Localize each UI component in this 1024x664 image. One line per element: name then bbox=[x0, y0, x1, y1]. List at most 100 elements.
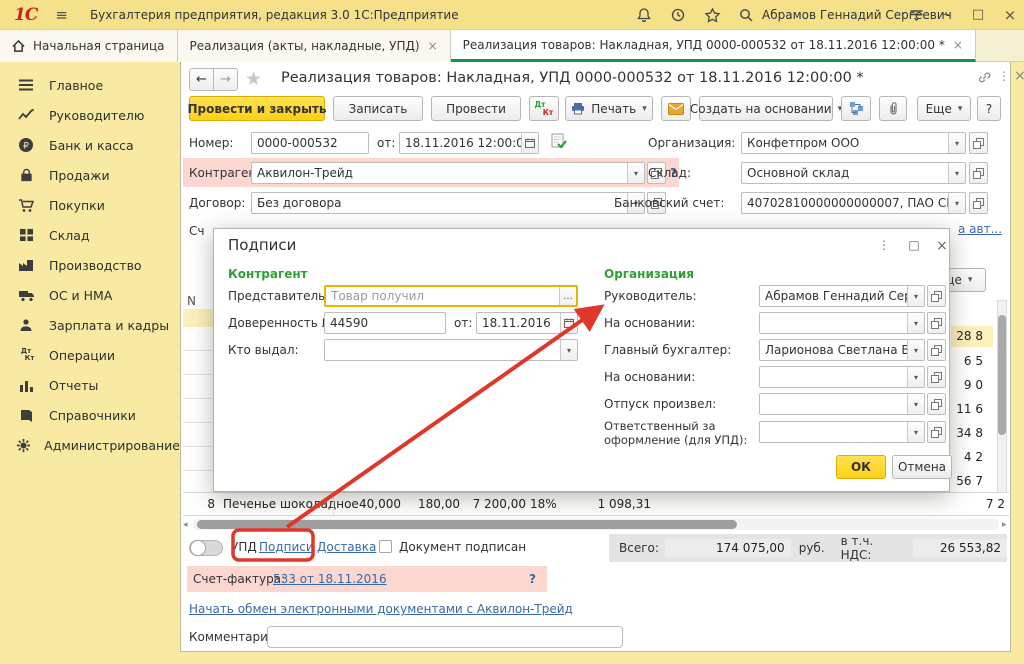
table-horizontal-scrollbar[interactable] bbox=[193, 519, 999, 530]
save-button[interactable]: Записать bbox=[333, 96, 423, 121]
sidebar-item-administration[interactable]: Администрирование bbox=[0, 430, 180, 460]
form-close-icon[interactable]: × bbox=[1014, 68, 1024, 84]
dropdown-icon[interactable]: ▾ bbox=[948, 163, 965, 183]
related-documents-button[interactable] bbox=[841, 96, 871, 121]
calendar-icon[interactable] bbox=[560, 313, 577, 333]
send-email-button[interactable] bbox=[661, 96, 691, 121]
contract-combo[interactable]: Без договора ▾ bbox=[251, 192, 645, 214]
organization-combo[interactable]: Конфетпром ООО ▾ bbox=[741, 132, 966, 154]
basis1-combo[interactable]: ▾ bbox=[759, 312, 925, 334]
dt-kt-postings-button[interactable]: Дт Кт bbox=[529, 96, 559, 121]
maximize-button[interactable]: □ bbox=[966, 4, 990, 26]
poa-date-input[interactable]: 18.11.2016 bbox=[476, 312, 578, 334]
dropdown-icon[interactable]: ▾ bbox=[627, 163, 644, 183]
form-kebab-menu-icon[interactable]: ⋮ bbox=[998, 69, 1010, 83]
close-window-button[interactable]: × bbox=[998, 4, 1022, 26]
dropdown-icon[interactable]: ▾ bbox=[948, 193, 965, 213]
document-posted-icon[interactable] bbox=[551, 133, 568, 150]
edi-exchange-link[interactable]: Начать обмен электронными документами с … bbox=[189, 602, 573, 616]
number-input[interactable]: 0000-000532 bbox=[251, 132, 369, 154]
head-open-button[interactable] bbox=[927, 285, 946, 307]
basis2-combo[interactable]: ▾ bbox=[759, 366, 925, 388]
head-combo[interactable]: Абрамов Геннадий Сергеевич ▾ bbox=[759, 285, 925, 307]
sidebar-item-production[interactable]: Производство bbox=[0, 250, 180, 280]
signatures-link[interactable]: Подписи bbox=[259, 540, 314, 554]
nav-forward-button[interactable]: → bbox=[213, 68, 238, 91]
delivery-link[interactable]: Доставка bbox=[317, 540, 376, 554]
sidebar-item-bank-cash[interactable]: ₽ Банк и касса bbox=[0, 130, 180, 160]
help-button[interactable]: ? bbox=[977, 96, 1001, 121]
sidebar-item-reports[interactable]: Отчеты bbox=[0, 370, 180, 400]
responsible-open-button[interactable] bbox=[927, 421, 946, 443]
tab-home[interactable]: Начальная страница bbox=[0, 30, 178, 62]
sidebar-item-operations[interactable]: ДтКт Операции bbox=[0, 340, 180, 370]
chief-accountant-open-button[interactable] bbox=[927, 339, 946, 361]
tab-realization-list[interactable]: Реализация (акты, накладные, УПД) × bbox=[178, 30, 451, 62]
sidebar-item-purchases[interactable]: Покупки bbox=[0, 190, 180, 220]
dialog-kebab-menu-icon[interactable]: ⋮ bbox=[874, 238, 894, 256]
dropdown-icon[interactable]: ▾ bbox=[907, 340, 924, 360]
document-signed-checkbox[interactable] bbox=[379, 540, 392, 553]
post-button[interactable]: Провести bbox=[431, 96, 521, 121]
dropdown-icon[interactable]: ▾ bbox=[907, 394, 924, 414]
sidebar-item-salary-hr[interactable]: Зарплата и кадры bbox=[0, 310, 180, 340]
sidebar-item-references[interactable]: Справочники bbox=[0, 400, 180, 430]
post-and-close-button[interactable]: Провести и закрыть bbox=[189, 96, 325, 121]
hscroll-right-arrow[interactable]: ▸ bbox=[1002, 520, 1007, 530]
warehouse-combo[interactable]: Основной склад ▾ bbox=[741, 162, 966, 184]
sidebar-item-manager[interactable]: Руководителю bbox=[0, 100, 180, 130]
dialog-close-icon[interactable]: × bbox=[932, 238, 952, 256]
settlements-link-fragment[interactable]: а авт... bbox=[958, 222, 1002, 236]
minimize-button[interactable]: – bbox=[934, 4, 958, 26]
sidebar-item-sales[interactable]: Продажи bbox=[0, 160, 180, 190]
nav-back-button[interactable]: ← bbox=[189, 68, 214, 91]
sidebar-item-fixed-assets[interactable]: ОС и НМА bbox=[0, 280, 180, 310]
basis2-open-button[interactable] bbox=[927, 366, 946, 388]
responsible-combo[interactable]: ▾ bbox=[759, 421, 925, 443]
basis1-open-button[interactable] bbox=[927, 312, 946, 334]
dropdown-icon[interactable]: ▾ bbox=[948, 133, 965, 153]
organization-open-button[interactable] bbox=[969, 132, 988, 154]
ok-button[interactable]: ОК bbox=[836, 455, 886, 479]
hscroll-left-arrow[interactable]: ◂ bbox=[183, 520, 188, 530]
sidebar-item-main[interactable]: Главное bbox=[0, 70, 180, 100]
invoice-link[interactable]: 533 от 18.11.2016 bbox=[273, 572, 387, 586]
print-button[interactable]: Печать▾ bbox=[565, 96, 653, 121]
shipper-open-button[interactable] bbox=[927, 393, 946, 415]
favorites-star-icon[interactable] bbox=[702, 5, 722, 25]
cancel-button[interactable]: Отмена bbox=[892, 455, 952, 479]
more-button[interactable]: Еще▾ bbox=[917, 96, 971, 121]
dropdown-icon[interactable]: ▾ bbox=[560, 340, 577, 360]
counterparty-combo[interactable]: Аквилон-Трейд ▾ bbox=[251, 162, 645, 184]
power-of-attorney-number-input[interactable]: 44590 bbox=[324, 312, 446, 334]
representative-input[interactable]: Товар получил ... bbox=[324, 285, 578, 307]
date-input[interactable]: 18.11.2016 12:00:00 bbox=[399, 132, 539, 154]
sidebar-item-warehouse[interactable]: Склад bbox=[0, 220, 180, 250]
bank-account-open-button[interactable] bbox=[969, 192, 988, 214]
table-vertical-scrollbar[interactable] bbox=[997, 300, 1007, 496]
dropdown-icon[interactable]: ▾ bbox=[907, 422, 924, 442]
dialog-maximize-icon[interactable]: □ bbox=[904, 238, 924, 256]
comment-input[interactable] bbox=[267, 626, 623, 648]
tab-realization-doc[interactable]: Реализация товаров: Накладная, УПД 0000-… bbox=[451, 30, 976, 62]
bank-account-combo[interactable]: 40702810000000000007, ПАО СБЕРБАНК ▾ bbox=[741, 192, 966, 214]
tab-close-icon[interactable]: × bbox=[953, 38, 963, 52]
dropdown-icon[interactable]: ▾ bbox=[907, 286, 924, 306]
dropdown-icon[interactable]: ▾ bbox=[907, 367, 924, 387]
search-icon[interactable] bbox=[736, 5, 756, 25]
favorite-star-icon[interactable]: ★ bbox=[245, 68, 262, 90]
invoice-help-icon[interactable]: ? bbox=[529, 572, 536, 586]
main-menu-icon[interactable]: ≡ bbox=[55, 6, 68, 24]
chief-accountant-combo[interactable]: Ларионова Светлана Викторовна ▾ bbox=[759, 339, 925, 361]
shipper-combo[interactable]: ▾ bbox=[759, 393, 925, 415]
upd-toggle[interactable] bbox=[189, 540, 223, 556]
dropdown-icon[interactable]: ▾ bbox=[907, 313, 924, 333]
warehouse-open-button[interactable] bbox=[969, 162, 988, 184]
choose-button[interactable]: ... bbox=[559, 287, 576, 305]
get-link-icon[interactable] bbox=[977, 70, 992, 85]
create-based-on-button[interactable]: Создать на основании▾ bbox=[699, 96, 833, 121]
attachments-button[interactable] bbox=[879, 96, 907, 121]
service-menu-icon[interactable] bbox=[906, 5, 926, 25]
table-row[interactable]: 8 Печенье шоколадное 40,000 180,00 7 200… bbox=[183, 492, 1009, 516]
calendar-icon[interactable] bbox=[521, 133, 538, 153]
